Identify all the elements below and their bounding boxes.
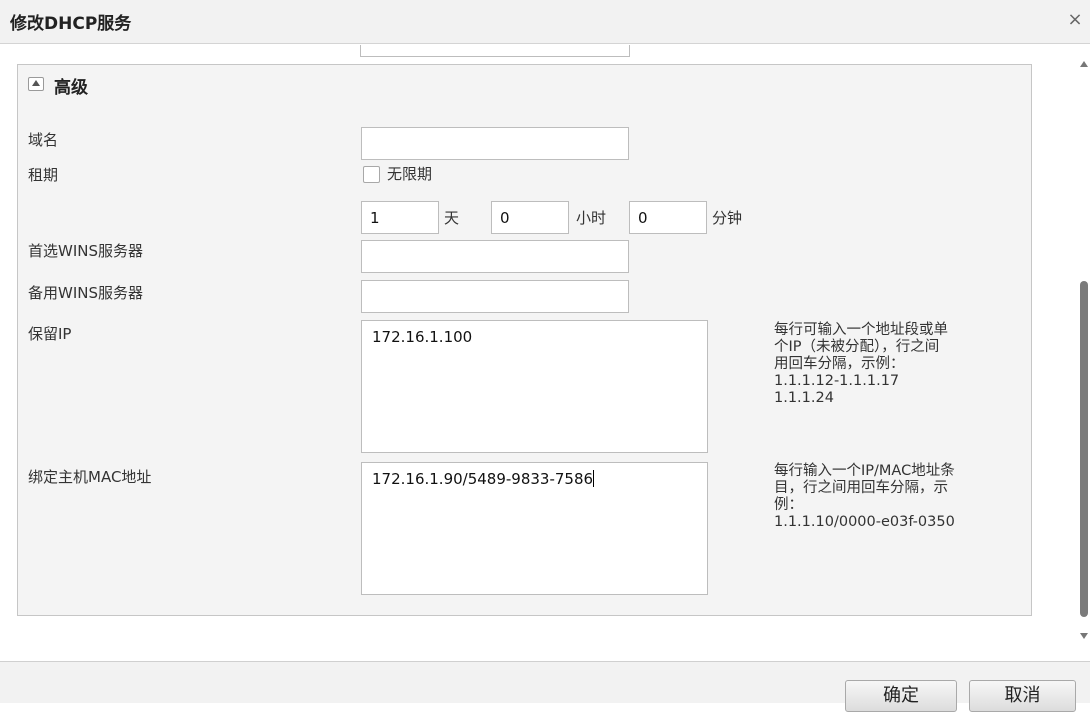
reserved-ip-label: 保留IP [28, 325, 72, 343]
text-cursor [593, 470, 595, 487]
lease-days-unit: 天 [444, 209, 460, 227]
collapse-triangle-icon[interactable] [28, 77, 44, 91]
lease-days-input[interactable]: 1 [361, 201, 439, 234]
lease-label: 租期 [28, 166, 59, 184]
dialog-footer: 确定 取消 [0, 661, 1090, 712]
vertical-scrollbar[interactable] [1078, 45, 1090, 660]
confirm-button[interactable]: 确定 [845, 680, 957, 712]
bind-mac-textarea[interactable]: 172.16.1.90/5489-9833-7586 [361, 462, 708, 595]
unlimited-lease-label: 无限期 [387, 165, 433, 183]
advanced-section: 高级 域名 租期 无限期 1 天 0 小时 0 分钟 首选WINS服务器 备用W… [17, 64, 1032, 616]
primary-wins-input[interactable] [361, 240, 629, 273]
dialog-titlebar: 修改DHCP服务 × [0, 0, 1090, 44]
primary-wins-label: 首选WINS服务器 [28, 242, 143, 260]
dialog-title: 修改DHCP服务 [10, 14, 132, 34]
backup-wins-input[interactable] [361, 280, 629, 313]
reserved-ip-textarea[interactable]: 172.16.1.100 [361, 320, 708, 453]
lease-minutes-unit: 分钟 [712, 209, 743, 227]
bind-mac-label: 绑定主机MAC地址 [28, 468, 152, 486]
dialog-content: 高级 域名 租期 无限期 1 天 0 小时 0 分钟 首选WINS服务器 备用W… [0, 45, 1090, 660]
advanced-section-title: 高级 [54, 78, 88, 98]
reserved-ip-hint: 每行可输入一个地址段或单 个IP（未被分配），行之间 用回车分隔，示例： 1.1… [774, 322, 948, 406]
scroll-up-arrow-icon[interactable] [1080, 61, 1088, 67]
backup-wins-label: 备用WINS服务器 [28, 284, 143, 302]
lease-minutes-input[interactable]: 0 [629, 201, 707, 234]
bind-mac-value: 172.16.1.90/5489-9833-7586 [372, 470, 594, 488]
scroll-thumb[interactable] [1080, 281, 1088, 617]
domain-label: 域名 [28, 131, 59, 149]
cancel-button[interactable]: 取消 [969, 680, 1076, 712]
domain-input[interactable] [361, 127, 629, 160]
unlimited-lease-checkbox[interactable] [363, 166, 380, 183]
lease-hours-unit: 小时 [576, 209, 607, 227]
bind-mac-hint: 每行输入一个IP/MAC地址条 目，行之间用回车分隔，示 例： 1.1.1.10… [774, 463, 955, 530]
scroll-down-arrow-icon[interactable] [1080, 633, 1088, 639]
close-icon[interactable]: × [1066, 9, 1084, 31]
previous-field-input[interactable] [360, 45, 630, 57]
lease-hours-input[interactable]: 0 [491, 201, 569, 234]
